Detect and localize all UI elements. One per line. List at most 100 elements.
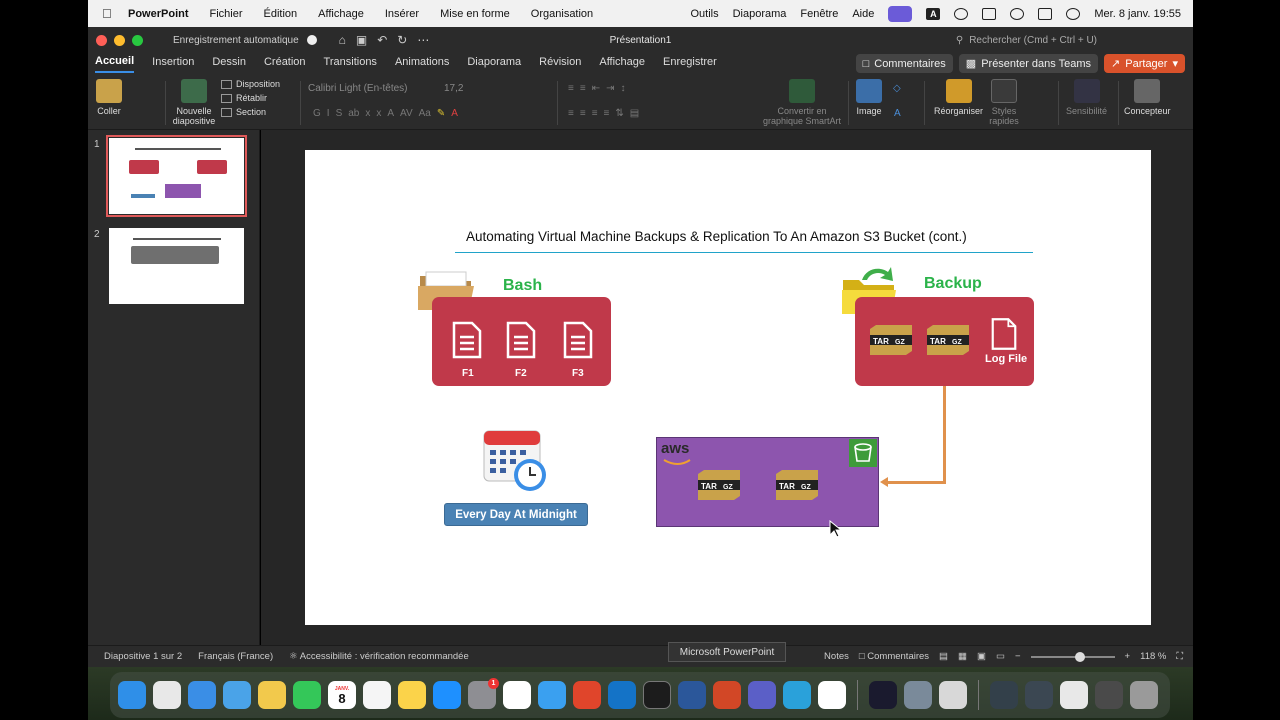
align-center-icon[interactable]: ≡ xyxy=(580,108,586,119)
tab-creation[interactable]: Création xyxy=(264,56,306,72)
bash-heading[interactable]: Bash xyxy=(503,277,542,295)
connector-arrow[interactable] xyxy=(885,481,946,484)
redo-icon[interactable]: ↻ xyxy=(397,33,407,47)
numbering-icon[interactable]: ≡ xyxy=(580,83,586,94)
connector-arrow[interactable] xyxy=(943,386,946,483)
tab-insertion[interactable]: Insertion xyxy=(152,56,194,72)
layout-button[interactable]: Disposition xyxy=(221,79,280,89)
underline-icon[interactable]: S xyxy=(336,108,343,119)
reading-view-icon[interactable]: ▣ xyxy=(977,651,986,662)
menu-edition[interactable]: Édition xyxy=(264,8,298,20)
menu-app-name[interactable]: PowerPoint xyxy=(128,8,189,20)
telegram-icon[interactable] xyxy=(783,681,811,709)
menu-inserer[interactable]: Insérer xyxy=(385,8,419,20)
teams-app-icon[interactable] xyxy=(748,681,776,709)
menu-affichage[interactable]: Affichage xyxy=(318,8,364,20)
comments-button[interactable]: □ Commentaires xyxy=(855,54,953,73)
downloads-stack-icon[interactable] xyxy=(990,681,1018,709)
siri-icon[interactable] xyxy=(1066,7,1081,20)
slide-thumbnail-1[interactable] xyxy=(106,135,247,217)
reset-button[interactable]: Rétablir xyxy=(221,93,280,103)
text-direction-icon[interactable]: ⇅ xyxy=(615,108,623,119)
autosave-toggle[interactable] xyxy=(306,35,317,45)
textbox-icon[interactable]: A xyxy=(894,108,901,119)
zoom-slider[interactable] xyxy=(1030,651,1115,662)
chrome-icon[interactable] xyxy=(503,681,531,709)
play-icon[interactable] xyxy=(954,7,969,20)
slide-sorter-icon[interactable]: ▦ xyxy=(958,651,967,662)
arrange-button[interactable]: Réorganiser xyxy=(934,79,983,116)
maps-icon[interactable] xyxy=(223,681,251,709)
apple-menu-icon[interactable]:  xyxy=(102,6,116,21)
toggles-icon[interactable] xyxy=(1038,7,1053,20)
trash-icon[interactable] xyxy=(1130,681,1158,709)
tab-enregistrer[interactable]: Enregistrer xyxy=(663,56,717,72)
terminal-icon[interactable] xyxy=(643,681,671,709)
menu-outils[interactable]: Outils xyxy=(690,8,718,20)
decrease-indent-icon[interactable]: ⇤ xyxy=(592,83,600,94)
finder-icon[interactable] xyxy=(118,681,146,709)
slide-canvas[interactable]: Automating Virtual Machine Backups & Rep… xyxy=(305,150,1151,625)
font-size-select[interactable]: 17,2 xyxy=(444,83,478,94)
font-family-select[interactable]: Calibri Light (En-têtes) xyxy=(308,83,436,99)
launchpad-icon[interactable] xyxy=(153,681,181,709)
tab-transitions[interactable]: Transitions xyxy=(324,56,377,72)
screenshot-stack-icon[interactable] xyxy=(1060,681,1088,709)
zoom-level[interactable]: 118 % xyxy=(1140,651,1166,662)
share-button[interactable]: ↗ Partager ▾ xyxy=(1104,54,1185,73)
mail-icon[interactable] xyxy=(188,681,216,709)
designer-button[interactable]: Concepteur xyxy=(1124,79,1171,116)
notes-app-icon[interactable] xyxy=(398,681,426,709)
close-window-button[interactable] xyxy=(96,34,107,46)
align-right-icon[interactable]: ≡ xyxy=(592,108,598,119)
remote-desktop-icon[interactable] xyxy=(573,681,601,709)
smartart-button[interactable]: Convertir en graphique SmartArt xyxy=(760,79,844,126)
justify-icon[interactable]: ≡ xyxy=(604,108,610,119)
zoom-in-icon[interactable]: + xyxy=(1125,651,1131,662)
minimize-window-button[interactable] xyxy=(114,34,125,46)
folder-stack-icon[interactable] xyxy=(1095,681,1123,709)
bold-icon[interactable]: G xyxy=(313,108,321,119)
paste-button[interactable]: Coller xyxy=(96,79,122,116)
zoom-slider-knob[interactable] xyxy=(1074,651,1085,662)
tab-animations[interactable]: Animations xyxy=(395,56,449,72)
input-source-icon[interactable]: A xyxy=(926,7,941,20)
line-spacing-icon[interactable]: ↕ xyxy=(620,83,625,94)
clock[interactable]: Mer. 8 janv. 19:55 xyxy=(1094,8,1181,20)
tab-dessin[interactable]: Dessin xyxy=(212,56,246,72)
columns-icon[interactable]: ▤ xyxy=(630,108,639,119)
backup-heading[interactable]: Backup xyxy=(924,275,982,293)
tab-diaporama[interactable]: Diaporama xyxy=(467,56,521,72)
image-button[interactable]: Image xyxy=(856,79,882,116)
increase-indent-icon[interactable]: ⇥ xyxy=(606,83,614,94)
activity-monitor-icon[interactable] xyxy=(869,681,897,709)
highlight-icon[interactable]: ✎ xyxy=(437,108,445,119)
section-button[interactable]: Section xyxy=(221,107,280,117)
menu-organisation[interactable]: Organisation xyxy=(531,8,593,20)
slide-title[interactable]: Automating Virtual Machine Backups & Rep… xyxy=(466,229,967,244)
facetime-icon[interactable] xyxy=(293,681,321,709)
undo-icon[interactable]: ↶ xyxy=(377,33,387,47)
zoom-out-icon[interactable]: − xyxy=(1015,651,1021,662)
menu-fenetre[interactable]: Fenêtre xyxy=(800,8,838,20)
normal-view-icon[interactable]: ▤ xyxy=(939,651,948,662)
home-icon[interactable]: ⌂ xyxy=(339,33,346,47)
tab-revision[interactable]: Révision xyxy=(539,56,581,72)
case-icon[interactable]: Aa xyxy=(419,108,431,119)
new-slide-button[interactable]: Nouvelle diapositive xyxy=(172,79,216,126)
aws-s3-box[interactable]: aws TAR GZ TAR GZ xyxy=(656,437,879,527)
strikethrough-icon[interactable]: ab xyxy=(348,108,359,119)
tab-accueil[interactable]: Accueil xyxy=(95,55,135,73)
tab-affichage[interactable]: Affichage xyxy=(599,56,645,72)
bash-box[interactable]: F1 F2 F3 xyxy=(432,297,611,386)
chatgpt-icon[interactable] xyxy=(818,681,846,709)
italic-icon[interactable]: I xyxy=(327,108,330,119)
documents-stack-icon[interactable] xyxy=(1025,681,1053,709)
calendar-app-icon[interactable]: JANV. 8 xyxy=(328,681,356,709)
superscript-icon[interactable]: x xyxy=(376,108,381,119)
photos-icon[interactable] xyxy=(258,681,286,709)
spacing-icon[interactable]: AV xyxy=(400,108,413,119)
bullets-icon[interactable]: ≡ xyxy=(568,83,574,94)
slideshow-icon[interactable]: ▭ xyxy=(996,651,1005,662)
notes-button[interactable]: Notes xyxy=(824,651,849,662)
